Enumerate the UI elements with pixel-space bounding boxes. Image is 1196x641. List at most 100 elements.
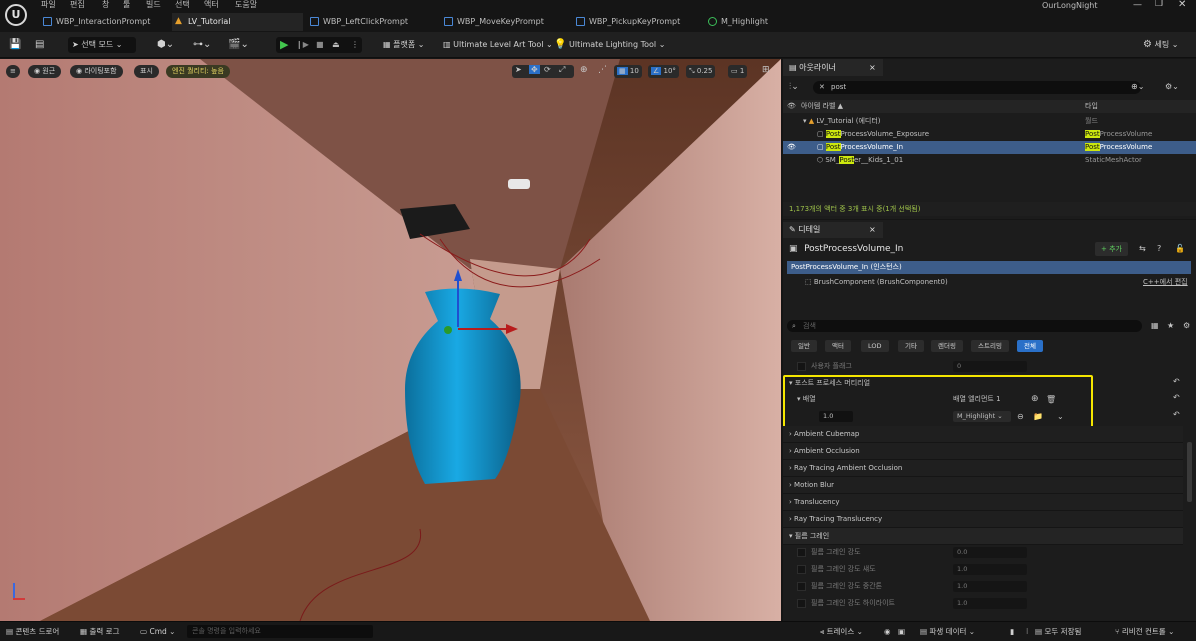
- scale-tool-icon[interactable]: ⤢: [559, 65, 565, 75]
- visibility-icon[interactable]: 👁: [787, 100, 796, 113]
- tab-wbp-interactionprompt[interactable]: WBP_InteractionPrompt: [40, 13, 165, 31]
- rotate-tool-icon[interactable]: ⟳: [544, 65, 551, 74]
- filter-all[interactable]: 전체: [1017, 340, 1043, 352]
- maximize-icon[interactable]: ❐: [1155, 0, 1163, 9]
- reset-icon[interactable]: ↶: [1173, 377, 1180, 386]
- select-mode-dropdown[interactable]: ➤ 선택 모드 ⌄: [68, 37, 136, 53]
- reset-icon[interactable]: ↶: [1173, 410, 1180, 419]
- blueprint-convert-icon[interactable]: ⇆: [1139, 242, 1146, 256]
- more-icon[interactable]: ⋮: [351, 37, 359, 53]
- cinematics-icon[interactable]: 🎬⌄: [228, 37, 249, 53]
- level-viewport[interactable]: ≡ ◉ 원근 ◉ 라이팅포함 표시 엔진 퀄리티: 높음 ➤ ✥ ⟳ ⤢ ⊕ ⋰…: [0, 59, 781, 621]
- tab-wbp-pickupkeyprompt[interactable]: WBP_PickupKeyPrompt: [573, 13, 701, 31]
- rotation-snap-toggle[interactable]: ∠ 10°: [648, 65, 679, 78]
- record-icon[interactable]: ◉: [884, 626, 891, 638]
- category-rt-ambient-occlusion[interactable]: › Ray Tracing Ambient Occlusion: [783, 460, 1183, 477]
- close-icon[interactable]: ×: [869, 59, 876, 76]
- column-type[interactable]: 타입: [1085, 100, 1098, 113]
- outliner-settings-icon[interactable]: ⚙⌄: [1165, 82, 1179, 91]
- select-tool-icon[interactable]: ➤: [515, 65, 522, 74]
- filter-icon[interactable]: ⫶⌄: [789, 82, 799, 92]
- level-art-tool-button[interactable]: ▥ Ultimate Level Art Tool ⌄: [443, 37, 553, 53]
- category-ambient-cubemap[interactable]: › Ambient Cubemap: [783, 426, 1183, 443]
- filter-misc[interactable]: 기타: [898, 340, 924, 352]
- eject-icon[interactable]: ⏏: [332, 37, 340, 53]
- scalability-badge[interactable]: 엔진 퀄리티: 높음: [166, 65, 230, 78]
- menu-help[interactable]: 도움말: [235, 0, 257, 10]
- menu-actor[interactable]: 액터: [204, 0, 219, 10]
- grain-checkbox[interactable]: [797, 582, 806, 591]
- surface-snap-icon[interactable]: ⋰: [598, 65, 607, 75]
- grid-snap-toggle[interactable]: ▦ 10: [614, 65, 642, 78]
- platforms-button[interactable]: ▦ 플랫폼 ⌄: [383, 37, 424, 53]
- viewport-menu-button[interactable]: ≡: [6, 65, 20, 78]
- grain-value[interactable]: 1.0: [953, 564, 1027, 575]
- details-tab[interactable]: ✎ 디테일 ×: [783, 222, 883, 238]
- tab-lv-tutorial[interactable]: ▲ LV_Tutorial: [172, 13, 303, 31]
- weight-field[interactable]: 1.0: [819, 411, 853, 422]
- close-icon[interactable]: ✕: [1178, 0, 1186, 10]
- reset-icon[interactable]: ↶: [1173, 393, 1180, 402]
- grain-checkbox[interactable]: [797, 565, 806, 574]
- stats-icon[interactable]: ▮: [1010, 626, 1014, 638]
- outliner-tab[interactable]: ▤ 아웃라이너 ×: [783, 59, 883, 76]
- grain-value[interactable]: 1.0: [953, 598, 1027, 609]
- add-element-icon[interactable]: ⊕: [1031, 393, 1039, 406]
- cmd-dropdown[interactable]: ▭ Cmd ⌄: [140, 626, 175, 638]
- output-log-button[interactable]: ▦ 출력 로그: [80, 626, 119, 638]
- unreal-logo-icon[interactable]: U: [5, 4, 27, 26]
- move-tool-icon[interactable]: ✥: [529, 65, 540, 74]
- category-translucency[interactable]: › Translucency: [783, 494, 1183, 511]
- outliner-row-poster[interactable]: ⬡ SM_Poster__Kids_1_01 StaticMeshActor: [783, 154, 1196, 167]
- add-actor-icon[interactable]: ⬢⌄: [157, 37, 174, 53]
- tab-wbp-movekeyprompt[interactable]: WBP_MoveKeyPrompt: [441, 13, 569, 31]
- category-film-grain[interactable]: ▾ 필름 그레인: [783, 528, 1183, 545]
- filter-actor[interactable]: 액터: [825, 340, 851, 352]
- outliner-row-world[interactable]: ▾ ▲ LV_Tutorial (에디터) 월드: [783, 115, 1196, 128]
- close-icon[interactable]: ×: [869, 222, 876, 238]
- add-filter-icon[interactable]: ⊕⌄: [1131, 82, 1144, 91]
- chevron-down-icon[interactable]: ⌄: [1057, 410, 1064, 423]
- filter-streaming[interactable]: 스트리밍: [971, 340, 1009, 352]
- tab-m-highlight[interactable]: M_Highlight: [705, 13, 805, 31]
- save-all-button[interactable]: ▤ 모두 저장됨: [1035, 626, 1081, 638]
- category-motion-blur[interactable]: › Motion Blur: [783, 477, 1183, 494]
- save-icon[interactable]: 💾: [9, 37, 21, 53]
- add-component-button[interactable]: + 추가: [1095, 242, 1128, 256]
- grain-checkbox[interactable]: [797, 599, 806, 608]
- revision-control-button[interactable]: ⑂ 리비전 컨트롤 ⌄: [1115, 626, 1174, 638]
- filter-rendering[interactable]: 렌더링: [931, 340, 963, 352]
- menu-build[interactable]: 빌드: [146, 0, 161, 10]
- folder-icon[interactable]: 📁: [1033, 410, 1043, 423]
- edit-in-cpp-link[interactable]: C++에서 편집: [1143, 276, 1188, 289]
- settings-icon[interactable]: ⚙: [1183, 321, 1190, 330]
- lit-mode-button[interactable]: ◉ 라이팅포함: [70, 65, 123, 78]
- menu-select[interactable]: 선택: [175, 0, 190, 10]
- content-drawer-button[interactable]: ▤ 콘텐츠 드로어: [6, 626, 59, 638]
- blueprint-icon[interactable]: ⊶⌄: [193, 37, 211, 53]
- menu-edit[interactable]: 편집: [70, 0, 85, 10]
- menu-tools[interactable]: 툴: [123, 0, 130, 10]
- tab-wbp-leftclickprompt[interactable]: WBP_LeftClickPrompt: [307, 13, 435, 31]
- details-search-input[interactable]: ⌕ 검색: [787, 320, 1142, 332]
- lock-icon[interactable]: 🔓: [1175, 242, 1185, 256]
- trash-icon[interactable]: 🗑: [1046, 393, 1056, 406]
- visibility-icon[interactable]: 👁: [787, 141, 796, 154]
- outliner-row-pp-exposure[interactable]: ▢ PostProcessVolume_Exposure PostProcess…: [783, 128, 1196, 141]
- table-view-icon[interactable]: ▦: [1151, 321, 1159, 330]
- filter-lod[interactable]: LOD: [861, 340, 889, 352]
- grain-checkbox[interactable]: [797, 548, 806, 557]
- user-flags-field[interactable]: 0: [953, 361, 1027, 372]
- brush-component-row[interactable]: ⬚ BrushComponent (BrushComponent0) C++에서…: [783, 276, 1196, 289]
- perspective-button[interactable]: ◉ 원근: [28, 65, 62, 78]
- sources-icon[interactable]: ⁝: [1026, 626, 1028, 638]
- derived-data-button[interactable]: ▤ 파생 데이터 ⌄: [920, 626, 975, 638]
- camera-speed-button[interactable]: ▭ 1: [728, 65, 748, 78]
- pp-materials-header[interactable]: ▾ 포스트 프로세스 머티리얼: [783, 377, 1196, 390]
- column-label[interactable]: 아이템 라벨 ▲: [801, 100, 843, 113]
- menu-file[interactable]: 파일: [41, 0, 56, 10]
- trace-button[interactable]: ⫷ 트레이스 ⌄: [820, 626, 863, 638]
- clear-search-icon[interactable]: ✕: [819, 81, 825, 94]
- user-flags-checkbox[interactable]: [797, 362, 806, 371]
- content-browser-icon[interactable]: ▤: [35, 37, 44, 53]
